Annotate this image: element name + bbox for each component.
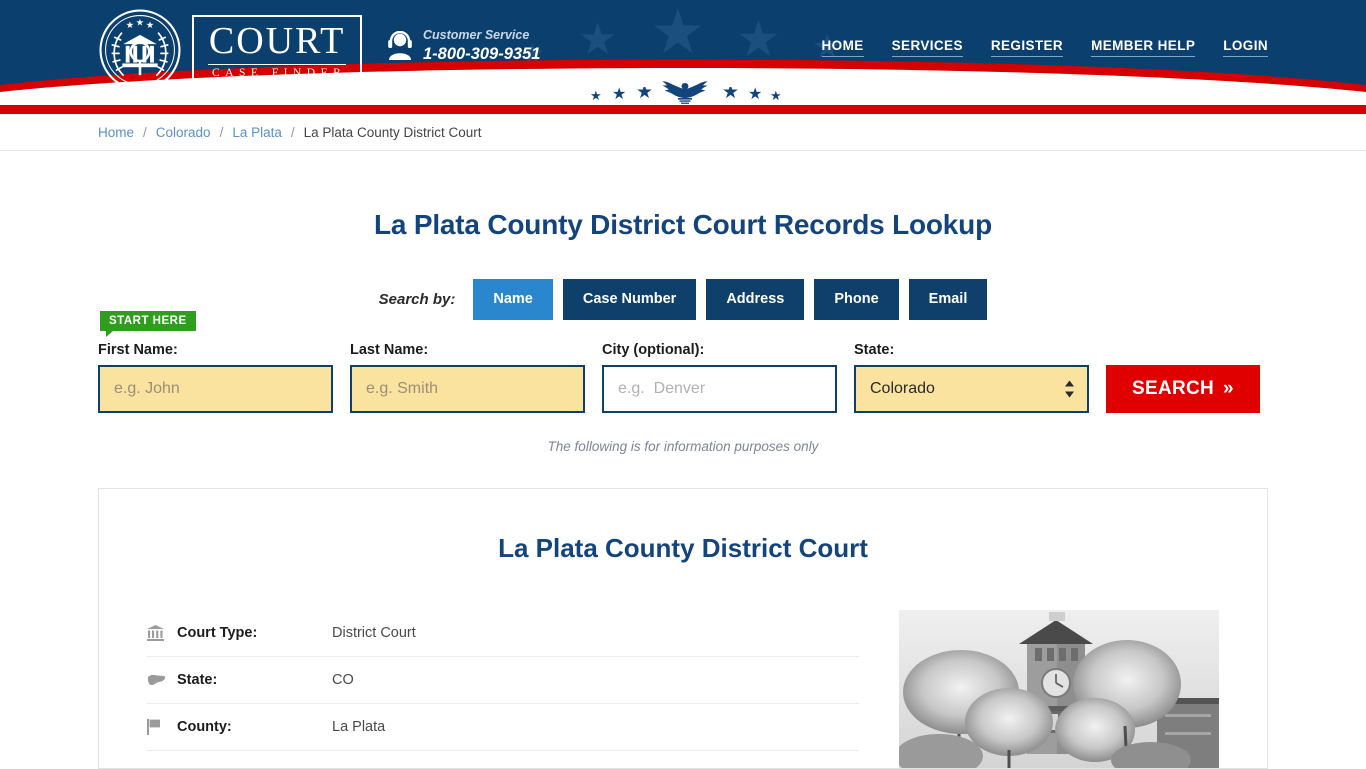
start-here-badge: START HERE: [100, 311, 196, 337]
breadcrumb-item-la-plata[interactable]: La Plata: [232, 125, 282, 140]
table-row: State: CO: [147, 657, 859, 704]
svg-text:★: ★: [770, 89, 782, 103]
nav-item-home[interactable]: HOME: [821, 38, 864, 57]
disclaimer-text: The following is for information purpose…: [547, 439, 819, 454]
svg-text:★: ★: [612, 87, 626, 103]
tab-address[interactable]: Address: [706, 279, 805, 320]
breadcrumb-item-current: La Plata County District Court: [303, 124, 482, 140]
logo-title: COURT: [208, 19, 346, 62]
last-name-field-group: Last Name:: [350, 342, 585, 413]
court-emblem-icon: ★ ★ ★: [99, 9, 181, 91]
state-field-group: State: Colorado: [854, 342, 1089, 413]
breadcrumb-item-colorado[interactable]: Colorado: [156, 125, 211, 140]
tab-case-number[interactable]: Case Number: [562, 279, 697, 320]
last-name-label: Last Name:: [350, 342, 429, 358]
court-type-label: Court Type:: [177, 625, 258, 641]
state-label: State:: [177, 672, 218, 688]
main-nav: HOME SERVICES REGISTER MEMBER HELP LOGIN: [821, 38, 1268, 57]
first-name-field-group: First Name:: [98, 342, 333, 413]
breadcrumb: Home / Colorado / La Plata / La Plata Co…: [98, 114, 1268, 150]
search-button[interactable]: SEARCH »: [1106, 365, 1260, 413]
state-select-wrapper[interactable]: Colorado: [854, 365, 1089, 413]
customer-service[interactable]: Customer Service 1-800-309-9351: [386, 28, 540, 64]
search-by-label: Search by:: [378, 291, 456, 308]
court-details-list: Court Type: District Court State: CO Cou…: [147, 610, 859, 768]
site-logo[interactable]: ★ ★ ★ COURT CASE FINDER: [98, 8, 363, 92]
breadcrumb-separator: /: [290, 124, 295, 140]
headset-support-icon: [388, 31, 412, 61]
nav-item-member-help[interactable]: MEMBER HELP: [1091, 38, 1196, 57]
chevron-double-right-icon: »: [1223, 378, 1234, 399]
card-title: La Plata County District Court: [498, 533, 868, 563]
us-map-icon: [147, 673, 177, 687]
tab-phone[interactable]: Phone: [814, 279, 899, 320]
customer-service-phone: 1-800-309-9351: [423, 44, 541, 63]
table-row: County: La Plata: [147, 704, 859, 751]
red-divider-bar: [0, 105, 1366, 114]
table-row: Court Type: District Court: [147, 610, 859, 657]
courthouse-photo: [899, 610, 1219, 768]
logo-wordmark: COURT CASE FINDER: [192, 14, 363, 86]
site-header: ★ ★ ★ ★ ★ ★ ★ ★ ★ ★ ★ ★ ★ ★ COURT CASE F…: [0, 0, 1366, 105]
breadcrumb-bar: Home / Colorado / La Plata / La Plata Co…: [0, 114, 1366, 151]
nav-item-register[interactable]: REGISTER: [990, 38, 1064, 57]
first-name-input[interactable]: [98, 365, 333, 413]
county-value: La Plata: [332, 719, 386, 735]
nav-item-login[interactable]: LOGIN: [1223, 38, 1268, 57]
nav-item-services[interactable]: SERVICES: [891, 38, 963, 57]
svg-text:★: ★: [636, 87, 653, 103]
flag-icon: [147, 719, 177, 735]
customer-service-label: Customer Service: [423, 28, 530, 42]
svg-text:★: ★: [748, 87, 762, 103]
county-label: County:: [177, 719, 232, 735]
svg-text:★: ★: [722, 87, 739, 103]
state-select[interactable]: Colorado: [854, 365, 1089, 413]
search-button-label: SEARCH: [1132, 378, 1215, 399]
page-title: La Plata County District Court Records L…: [374, 209, 992, 240]
breadcrumb-separator: /: [143, 124, 147, 140]
city-label: City (optional):: [602, 342, 705, 358]
court-info-card: La Plata County District Court Court Typ…: [98, 488, 1268, 769]
svg-text:★: ★: [126, 20, 134, 31]
main-content: La Plata County District Court Records L…: [98, 209, 1268, 769]
search-by-tabs: Search by: Name Case Number Address Phon…: [98, 279, 1268, 320]
breadcrumb-item-home[interactable]: Home: [98, 125, 134, 140]
svg-text:★: ★: [146, 20, 154, 31]
logo-subtitle: CASE FINDER: [212, 66, 347, 79]
city-field-group: City (optional):: [602, 342, 837, 413]
search-form: START HERE First Name: Last Name: City (…: [98, 311, 1268, 413]
first-name-label: First Name:: [98, 342, 178, 358]
logo-divider: [208, 63, 347, 65]
tab-name[interactable]: Name: [473, 279, 553, 320]
courthouse-icon: [147, 625, 177, 641]
state-value: CO: [332, 672, 354, 688]
svg-text:★: ★: [590, 89, 602, 103]
state-label: State:: [854, 342, 895, 358]
tab-email[interactable]: Email: [908, 279, 988, 320]
small-stars-row: ★ ★ ★ ★ ★ ★: [590, 87, 782, 103]
svg-text:★: ★: [136, 18, 144, 29]
city-input[interactable]: [602, 365, 837, 413]
last-name-input[interactable]: [350, 365, 585, 413]
court-type-value: District Court: [332, 625, 416, 641]
card-body: Court Type: District Court State: CO Cou…: [147, 610, 1219, 768]
breadcrumb-separator: /: [219, 124, 224, 140]
